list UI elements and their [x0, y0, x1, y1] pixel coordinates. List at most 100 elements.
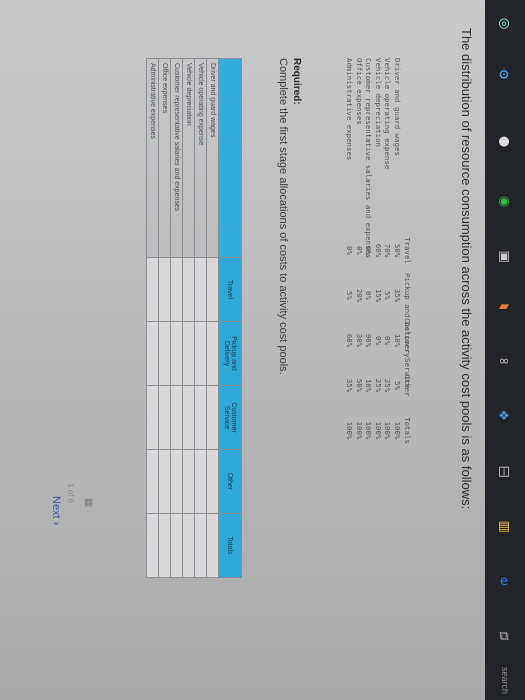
header-customer-service: Customer Service: [402, 318, 412, 390]
answer-header-other: Other: [218, 449, 242, 514]
distribution-cell: 100%: [383, 421, 393, 440]
loop-icon[interactable]: ∞: [493, 350, 515, 372]
settings-icon[interactable]: ⚙: [493, 64, 515, 86]
answer-header-customer-service: Customer Service: [218, 385, 242, 450]
intro-text: The distribution of resource consumption…: [459, 28, 474, 510]
grid-icon[interactable]: ▦: [83, 498, 94, 507]
answer-input-cell[interactable]: [182, 321, 195, 386]
taskbar-search[interactable]: search: [500, 667, 510, 700]
distribution-cell: 100%: [393, 421, 402, 440]
folder-icon[interactable]: ▰: [493, 295, 515, 317]
edge-icon[interactable]: e: [493, 570, 515, 592]
distribution-cell: 0%: [364, 246, 374, 255]
header-travel: Travel: [402, 237, 412, 264]
distribution-cell: 60%: [345, 333, 355, 348]
distribution-cell: 25%: [373, 378, 383, 393]
answer-input-cell[interactable]: [158, 321, 171, 386]
distribution-row: Customer representative salaries and exp…: [364, 58, 374, 453]
answer-input-cell[interactable]: [146, 321, 159, 386]
answer-input-cell[interactable]: [194, 321, 207, 386]
answer-input-cell[interactable]: [158, 449, 171, 514]
distribution-row: Administrative expenses 0% 5% 60% 35% 100%: [344, 58, 354, 453]
next-button[interactable]: Next ›: [50, 496, 62, 525]
distribution-cell: 50%: [354, 378, 364, 393]
answer-input-cell[interactable]: [206, 321, 219, 386]
answer-header-travel: Travel: [218, 257, 242, 322]
distribution-cell: 15%: [373, 288, 383, 303]
cortana-icon[interactable]: ◎: [493, 12, 515, 34]
answer-input-cell[interactable]: [170, 257, 183, 322]
distribution-cell: 90%: [364, 333, 374, 348]
answer-input-cell[interactable]: [182, 513, 195, 578]
file-explorer-icon[interactable]: ▤: [493, 515, 515, 537]
distribution-row-label: Driver and guard wages: [393, 58, 402, 156]
distribution-cell: 100%: [345, 421, 355, 440]
task-view-icon[interactable]: ⧉: [493, 625, 515, 647]
distribution-cell: 100%: [373, 421, 383, 440]
distribution-cell: 5%: [345, 291, 355, 300]
distribution-cell: 25%: [383, 378, 393, 393]
required-text: Complete the first stage allocations of …: [277, 58, 289, 375]
answer-row: Customer representative salaries and exp…: [170, 58, 183, 578]
distribution-cell: 50%: [393, 243, 402, 258]
answer-row-label: Office expenses: [158, 58, 171, 258]
answer-input-cell[interactable]: [170, 513, 183, 578]
answer-input-cell[interactable]: [146, 513, 159, 578]
answer-header-totals: Totals: [218, 513, 242, 578]
distribution-cell: 0%: [383, 336, 393, 345]
distribution-table: Travel Pickup and Delivery Customer Serv…: [344, 58, 434, 453]
answer-input-cell[interactable]: [194, 449, 207, 514]
store-icon[interactable]: ◫: [493, 460, 515, 482]
chrome-icon[interactable]: ●: [493, 130, 515, 152]
screen-content: The distribution of resource consumption…: [20, 10, 480, 700]
header-totals: Totals: [402, 417, 412, 444]
distribution-cell: 0%: [373, 336, 383, 345]
distribution-row: Vehicle depreciation 60% 15% 0% 25% 100%: [373, 58, 383, 453]
photo-frame: The distribution of resource consumption…: [0, 0, 525, 700]
app-icon[interactable]: ▣: [493, 245, 515, 267]
answer-input-cell[interactable]: [182, 257, 195, 322]
answer-input-cell[interactable]: [170, 385, 183, 450]
answer-input-cell[interactable]: [158, 513, 171, 578]
answer-input-cell[interactable]: [206, 385, 219, 450]
answer-input-cell[interactable]: [170, 321, 183, 386]
distribution-cell: 0%: [364, 291, 374, 300]
header-pickup: Pickup and Delivery: [402, 273, 412, 358]
answer-header-row: Travel Pickup and Delivery Customer Serv…: [218, 58, 242, 578]
answer-row-label: Administrative expenses: [146, 58, 159, 258]
answer-input-cell[interactable]: [146, 385, 159, 450]
answer-input-cell[interactable]: [182, 449, 195, 514]
distribution-cell: 70%: [383, 243, 393, 258]
answer-input-cell[interactable]: [158, 385, 171, 450]
allocation-answer-table: Travel Pickup and Delivery Customer Serv…: [146, 58, 242, 578]
answer-input-cell[interactable]: [146, 257, 159, 322]
answer-row: Office expenses: [158, 58, 171, 578]
answer-input-cell[interactable]: [182, 385, 195, 450]
answer-input-cell[interactable]: [206, 513, 219, 578]
distribution-cell: 35%: [345, 378, 355, 393]
distribution-row: Vehicle operating expense 70% 5% 0% 25% 100%: [383, 58, 393, 453]
distribution-cell: 100%: [364, 421, 374, 440]
spotify-icon[interactable]: ◉: [493, 190, 515, 212]
answer-header-pickup: Pickup and Delivery: [218, 321, 242, 386]
distribution-cell: 30%: [354, 333, 364, 348]
distribution-row-label: Administrative expenses: [345, 58, 355, 161]
dropbox-icon[interactable]: ❖: [493, 405, 515, 427]
answer-input-cell[interactable]: [194, 385, 207, 450]
distribution-row-label: Vehicle depreciation: [373, 58, 383, 147]
answer-input-cell[interactable]: [170, 449, 183, 514]
answer-input-cell[interactable]: [194, 257, 207, 322]
answer-row-label: Vehicle depreciation: [182, 58, 195, 258]
answer-row: Vehicle depreciation: [182, 58, 195, 578]
distribution-row: Driver and guard wages 50% 35% 10% 5% 100%: [392, 58, 402, 453]
distribution-header-row: Travel Pickup and Delivery Customer Serv…: [402, 58, 434, 453]
answer-input-cell[interactable]: [206, 449, 219, 514]
answer-input-cell[interactable]: [194, 513, 207, 578]
answer-input-cell[interactable]: [206, 257, 219, 322]
required-label: Required:: [291, 58, 302, 105]
page-indicator: 1 of 6: [66, 483, 75, 504]
answer-input-cell[interactable]: [158, 257, 171, 322]
taskbar: ◎ ⚙ ● ◉ ▣ ▰ ∞ ❖ ◫ ▤ e ⧉ search: [485, 0, 525, 700]
answer-input-cell[interactable]: [146, 449, 159, 514]
answer-row: Vehicle operating expense: [194, 58, 207, 578]
